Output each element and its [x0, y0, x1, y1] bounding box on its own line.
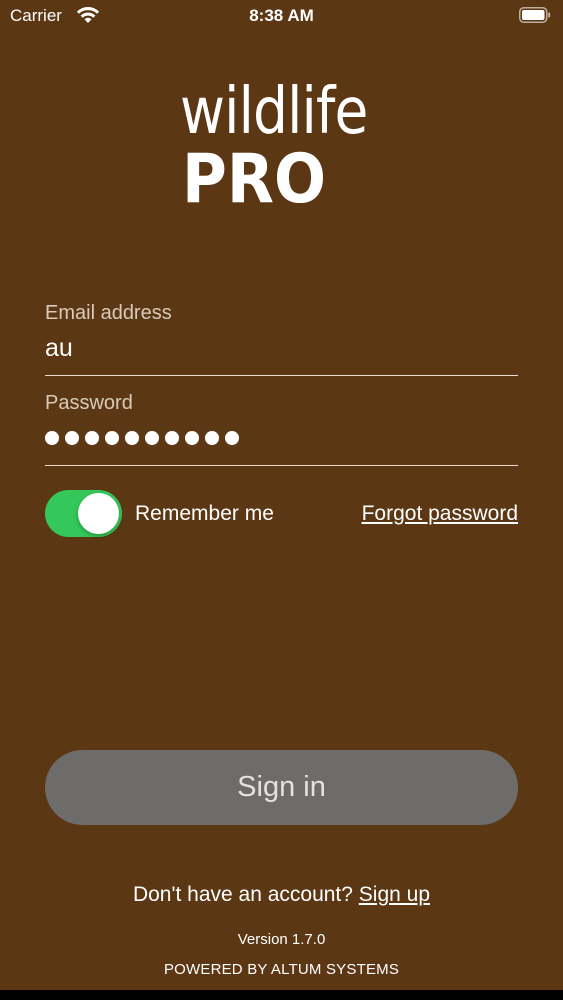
email-label: Email address: [45, 302, 172, 324]
password-dot: [145, 431, 159, 445]
password-input[interactable]: [45, 421, 518, 455]
password-dot: [45, 431, 59, 445]
sign-up-link[interactable]: Sign up: [359, 883, 430, 906]
password-dot: [65, 431, 79, 445]
password-dot: [165, 431, 179, 445]
signup-prompt: Don't have an account?: [132, 883, 359, 906]
sign-in-button[interactable]: Sign in: [45, 750, 518, 825]
remember-me-label: Remember me: [135, 502, 274, 525]
password-dot: [85, 431, 99, 445]
version-label: Version 1.7.0: [237, 931, 326, 948]
remember-me-toggle[interactable]: [45, 490, 122, 537]
email-input[interactable]: au: [45, 331, 518, 365]
forgot-password-link[interactable]: Forgot password: [362, 502, 518, 526]
password-dot: [105, 431, 119, 445]
powered-by-label: POWERED BY ALTUM SYSTEMS: [163, 961, 400, 978]
signup-row: Don't have an account? Sign up: [0, 883, 563, 907]
password-label: Password: [45, 392, 133, 414]
logo-pro: PRO: [182, 140, 327, 219]
toggle-knob: [78, 493, 119, 534]
clock: 8:38 AM: [249, 6, 314, 25]
password-dot: [125, 431, 139, 445]
password-field[interactable]: Password: [45, 392, 518, 468]
login-screen: Carrier 8:38 AM wildlife PRO Email addre…: [0, 0, 563, 990]
password-dot: [225, 431, 239, 445]
email-underline: [45, 375, 518, 376]
password-dot: [185, 431, 199, 445]
password-dot: [205, 431, 219, 445]
battery-icon: [519, 7, 551, 23]
status-bar: Carrier 8:38 AM: [0, 0, 563, 32]
password-underline: [45, 465, 518, 466]
email-field[interactable]: Email address au: [45, 302, 518, 378]
